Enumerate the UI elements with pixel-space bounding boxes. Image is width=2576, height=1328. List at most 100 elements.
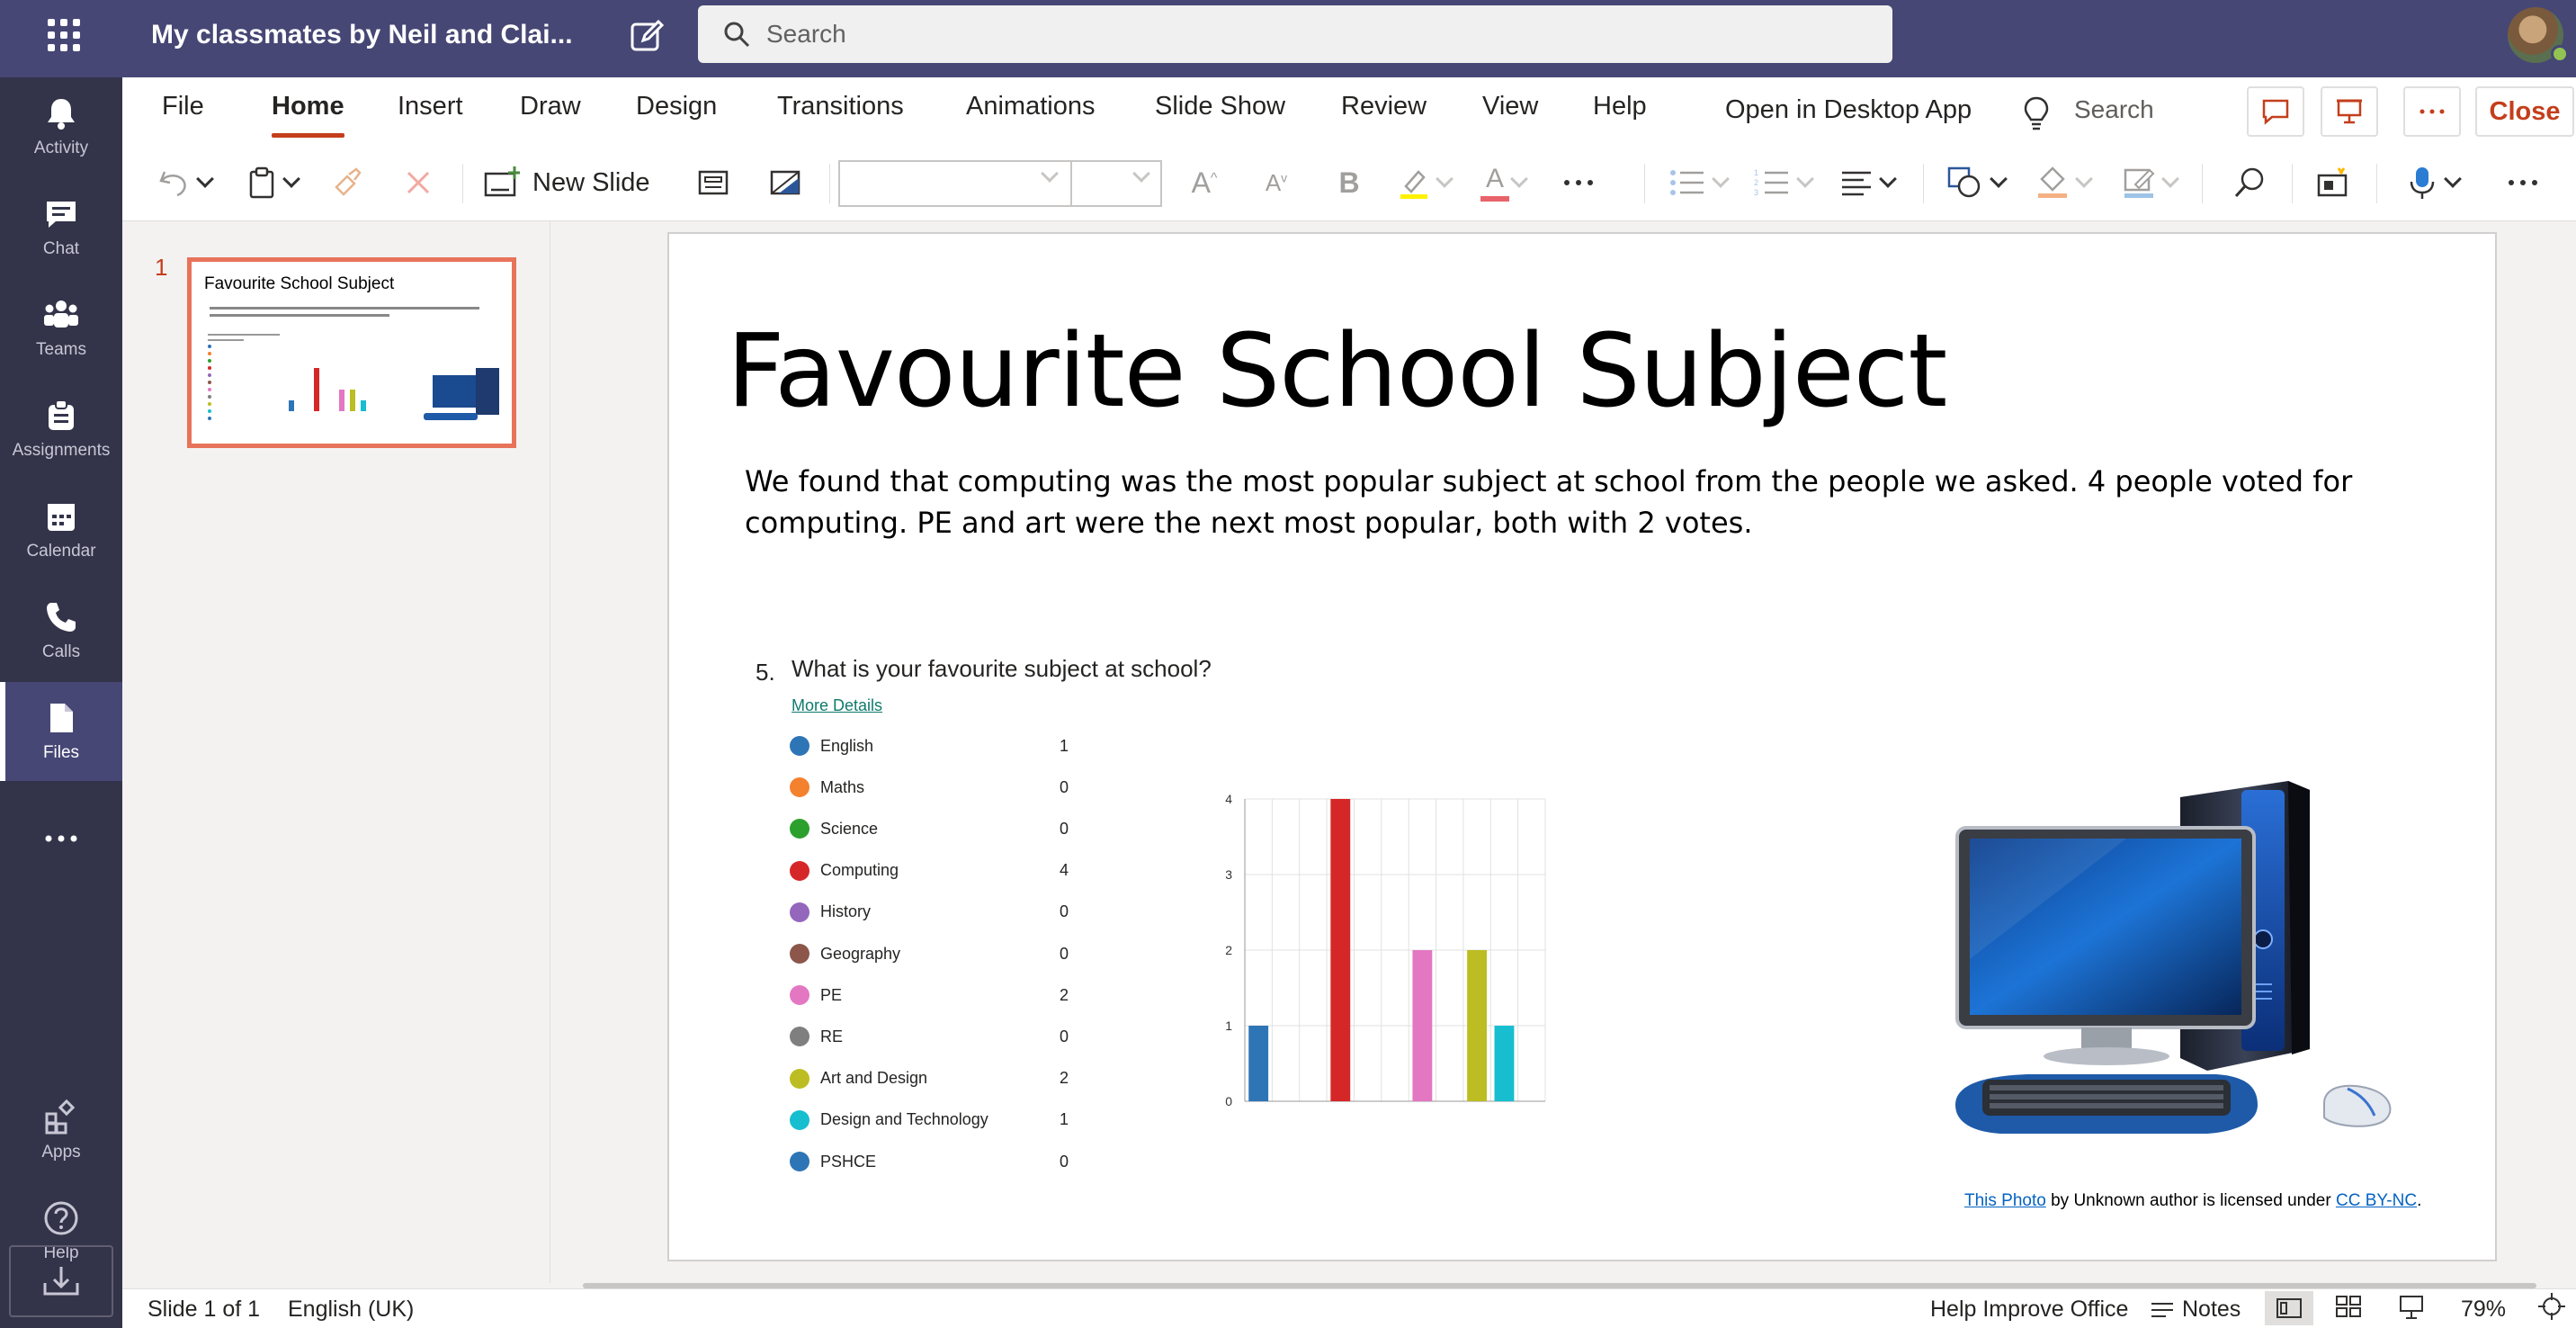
highlight-button[interactable] [1391, 160, 1459, 205]
search-placeholder: Search [766, 20, 846, 48]
bell-icon [48, 99, 75, 130]
shrink-font-button[interactable]: Av [1254, 160, 1299, 205]
rail-label-files: Files [42, 743, 80, 762]
find-button[interactable] [2227, 160, 2272, 205]
designer-button[interactable] [2310, 160, 2355, 205]
bullets-button[interactable] [1662, 160, 1734, 205]
assignments-icon [49, 399, 74, 430]
legend-value: 0 [1060, 902, 1069, 921]
new-slide-button[interactable]: New Slide [484, 160, 700, 205]
font-color-button[interactable]: A [1471, 160, 1540, 205]
fit-to-window-button[interactable] [2538, 1293, 2565, 1326]
ribbon: File Home Insert Draw Design Transitions… [122, 77, 2576, 221]
bold-button[interactable]: B [1331, 160, 1367, 205]
tab-help[interactable]: Help [1593, 92, 1647, 121]
layout-button[interactable] [691, 160, 736, 205]
format-painter-button[interactable] [326, 160, 367, 205]
slide-sorter-button[interactable] [2335, 1293, 2362, 1326]
grid-view-icon [2336, 1296, 2361, 1317]
lightbulb-icon[interactable] [2022, 95, 2051, 131]
shape-outline-button[interactable] [2114, 160, 2186, 205]
more-icon [2419, 109, 2445, 114]
tab-file[interactable]: File [162, 92, 204, 121]
chart-bar [1412, 950, 1433, 1101]
tab-transitions[interactable]: Transitions [777, 92, 904, 121]
undo-button[interactable] [153, 160, 216, 205]
chart-y-tick-label: 4 [1225, 792, 1232, 806]
paste-button[interactable] [239, 160, 306, 205]
slide-body-text[interactable]: We found that computing was the most pop… [745, 461, 2364, 543]
background-button[interactable] [763, 160, 808, 205]
bold-icon: B [1338, 166, 1360, 199]
help-improve-office-link[interactable]: Help Improve Office [1930, 1297, 2128, 1323]
font-size-select[interactable] [1070, 160, 1162, 207]
rail-item-activity[interactable]: Activity [0, 77, 122, 176]
open-in-desktop-app-button[interactable]: Open in Desktop App [1725, 95, 1972, 125]
more-apps-button[interactable] [0, 812, 122, 866]
rail-item-calls[interactable]: Calls [0, 581, 122, 680]
tab-animations[interactable]: Animations [966, 92, 1095, 121]
format-painter-icon [335, 167, 362, 196]
grow-font-button[interactable]: A^ [1182, 160, 1227, 205]
close-button[interactable]: Close [2475, 86, 2574, 137]
font-family-select[interactable] [838, 160, 1072, 207]
legend-value: 2 [1060, 1069, 1069, 1088]
chart-bar [1248, 1026, 1269, 1101]
comments-button[interactable] [2247, 86, 2304, 137]
legend-value: 1 [1060, 1110, 1069, 1129]
zoom-level[interactable]: 79% [2461, 1297, 2506, 1323]
align-left-icon [1842, 171, 1871, 196]
present-button[interactable] [2321, 86, 2378, 137]
more-options-button[interactable] [2403, 86, 2461, 137]
tab-slide-show[interactable]: Slide Show [1155, 92, 1285, 121]
tab-design[interactable]: Design [636, 92, 717, 121]
thumbnail-title: Favourite School Subject [204, 274, 395, 293]
reading-view-button[interactable] [2398, 1293, 2425, 1326]
tab-view[interactable]: View [1482, 92, 1538, 121]
notes-button[interactable]: Notes [2150, 1297, 2241, 1323]
normal-view-icon [2276, 1298, 2302, 1318]
legend-color-dot [790, 1152, 809, 1171]
normal-view-button[interactable] [2265, 1291, 2313, 1325]
image-credit: This Photo by Unknown author is licensed… [1964, 1191, 2421, 1211]
tab-insert[interactable]: Insert [398, 92, 463, 121]
dictate-button[interactable] [2394, 160, 2472, 205]
app-launcher-icon[interactable] [45, 16, 83, 54]
tab-home[interactable]: Home [272, 92, 344, 138]
bullet-list-icon [1670, 170, 1704, 195]
slide-canvas[interactable]: Favourite School Subject We found that c… [667, 232, 2497, 1261]
delete-icon [407, 171, 430, 194]
legend-color-dot [790, 1027, 809, 1047]
shape-fill-button[interactable] [2027, 160, 2099, 205]
more-details-link[interactable]: More Details [792, 696, 882, 715]
compose-icon[interactable] [628, 18, 666, 56]
language-indicator[interactable]: English (UK) [288, 1297, 414, 1323]
teams-top-bar: My classmates by Neil and Clai... Search [0, 0, 2576, 77]
slide-thumbnail[interactable]: Favourite School Subject [187, 257, 516, 448]
rail-item-calendar[interactable]: Calendar [0, 480, 122, 579]
rail-item-files[interactable]: Files [0, 682, 122, 781]
license-link[interactable]: CC BY-NC [2336, 1191, 2417, 1210]
more-commands-button[interactable] [2500, 160, 2545, 205]
rail-item-chat[interactable]: Chat [0, 178, 122, 277]
more-font-options-button[interactable] [1556, 160, 1601, 205]
photo-link[interactable]: This Photo [1964, 1191, 2046, 1210]
tab-review[interactable]: Review [1341, 92, 1427, 121]
download-app-button[interactable] [9, 1245, 113, 1317]
new-slide-label: New Slide [532, 167, 650, 197]
rail-item-teams[interactable]: Teams [0, 279, 122, 378]
app-title: My classmates by Neil and Clai... [151, 20, 573, 49]
legend-value: 4 [1060, 861, 1069, 880]
fit-window-icon [2538, 1293, 2565, 1320]
rail-item-assignments[interactable]: Assignments [0, 380, 122, 479]
numbering-button[interactable]: 123 [1747, 160, 1819, 205]
align-button[interactable] [1831, 160, 1903, 205]
ribbon-search-input[interactable]: Search [2074, 95, 2154, 124]
tab-draw[interactable]: Draw [520, 92, 581, 121]
new-slide-icon [484, 166, 520, 197]
slide-title[interactable]: Favourite School Subject [727, 313, 1947, 430]
delete-button[interactable] [398, 160, 439, 205]
rail-item-apps[interactable]: Apps [0, 1081, 122, 1180]
search-input[interactable]: Search [698, 5, 1892, 63]
shapes-button[interactable] [1937, 160, 2015, 205]
